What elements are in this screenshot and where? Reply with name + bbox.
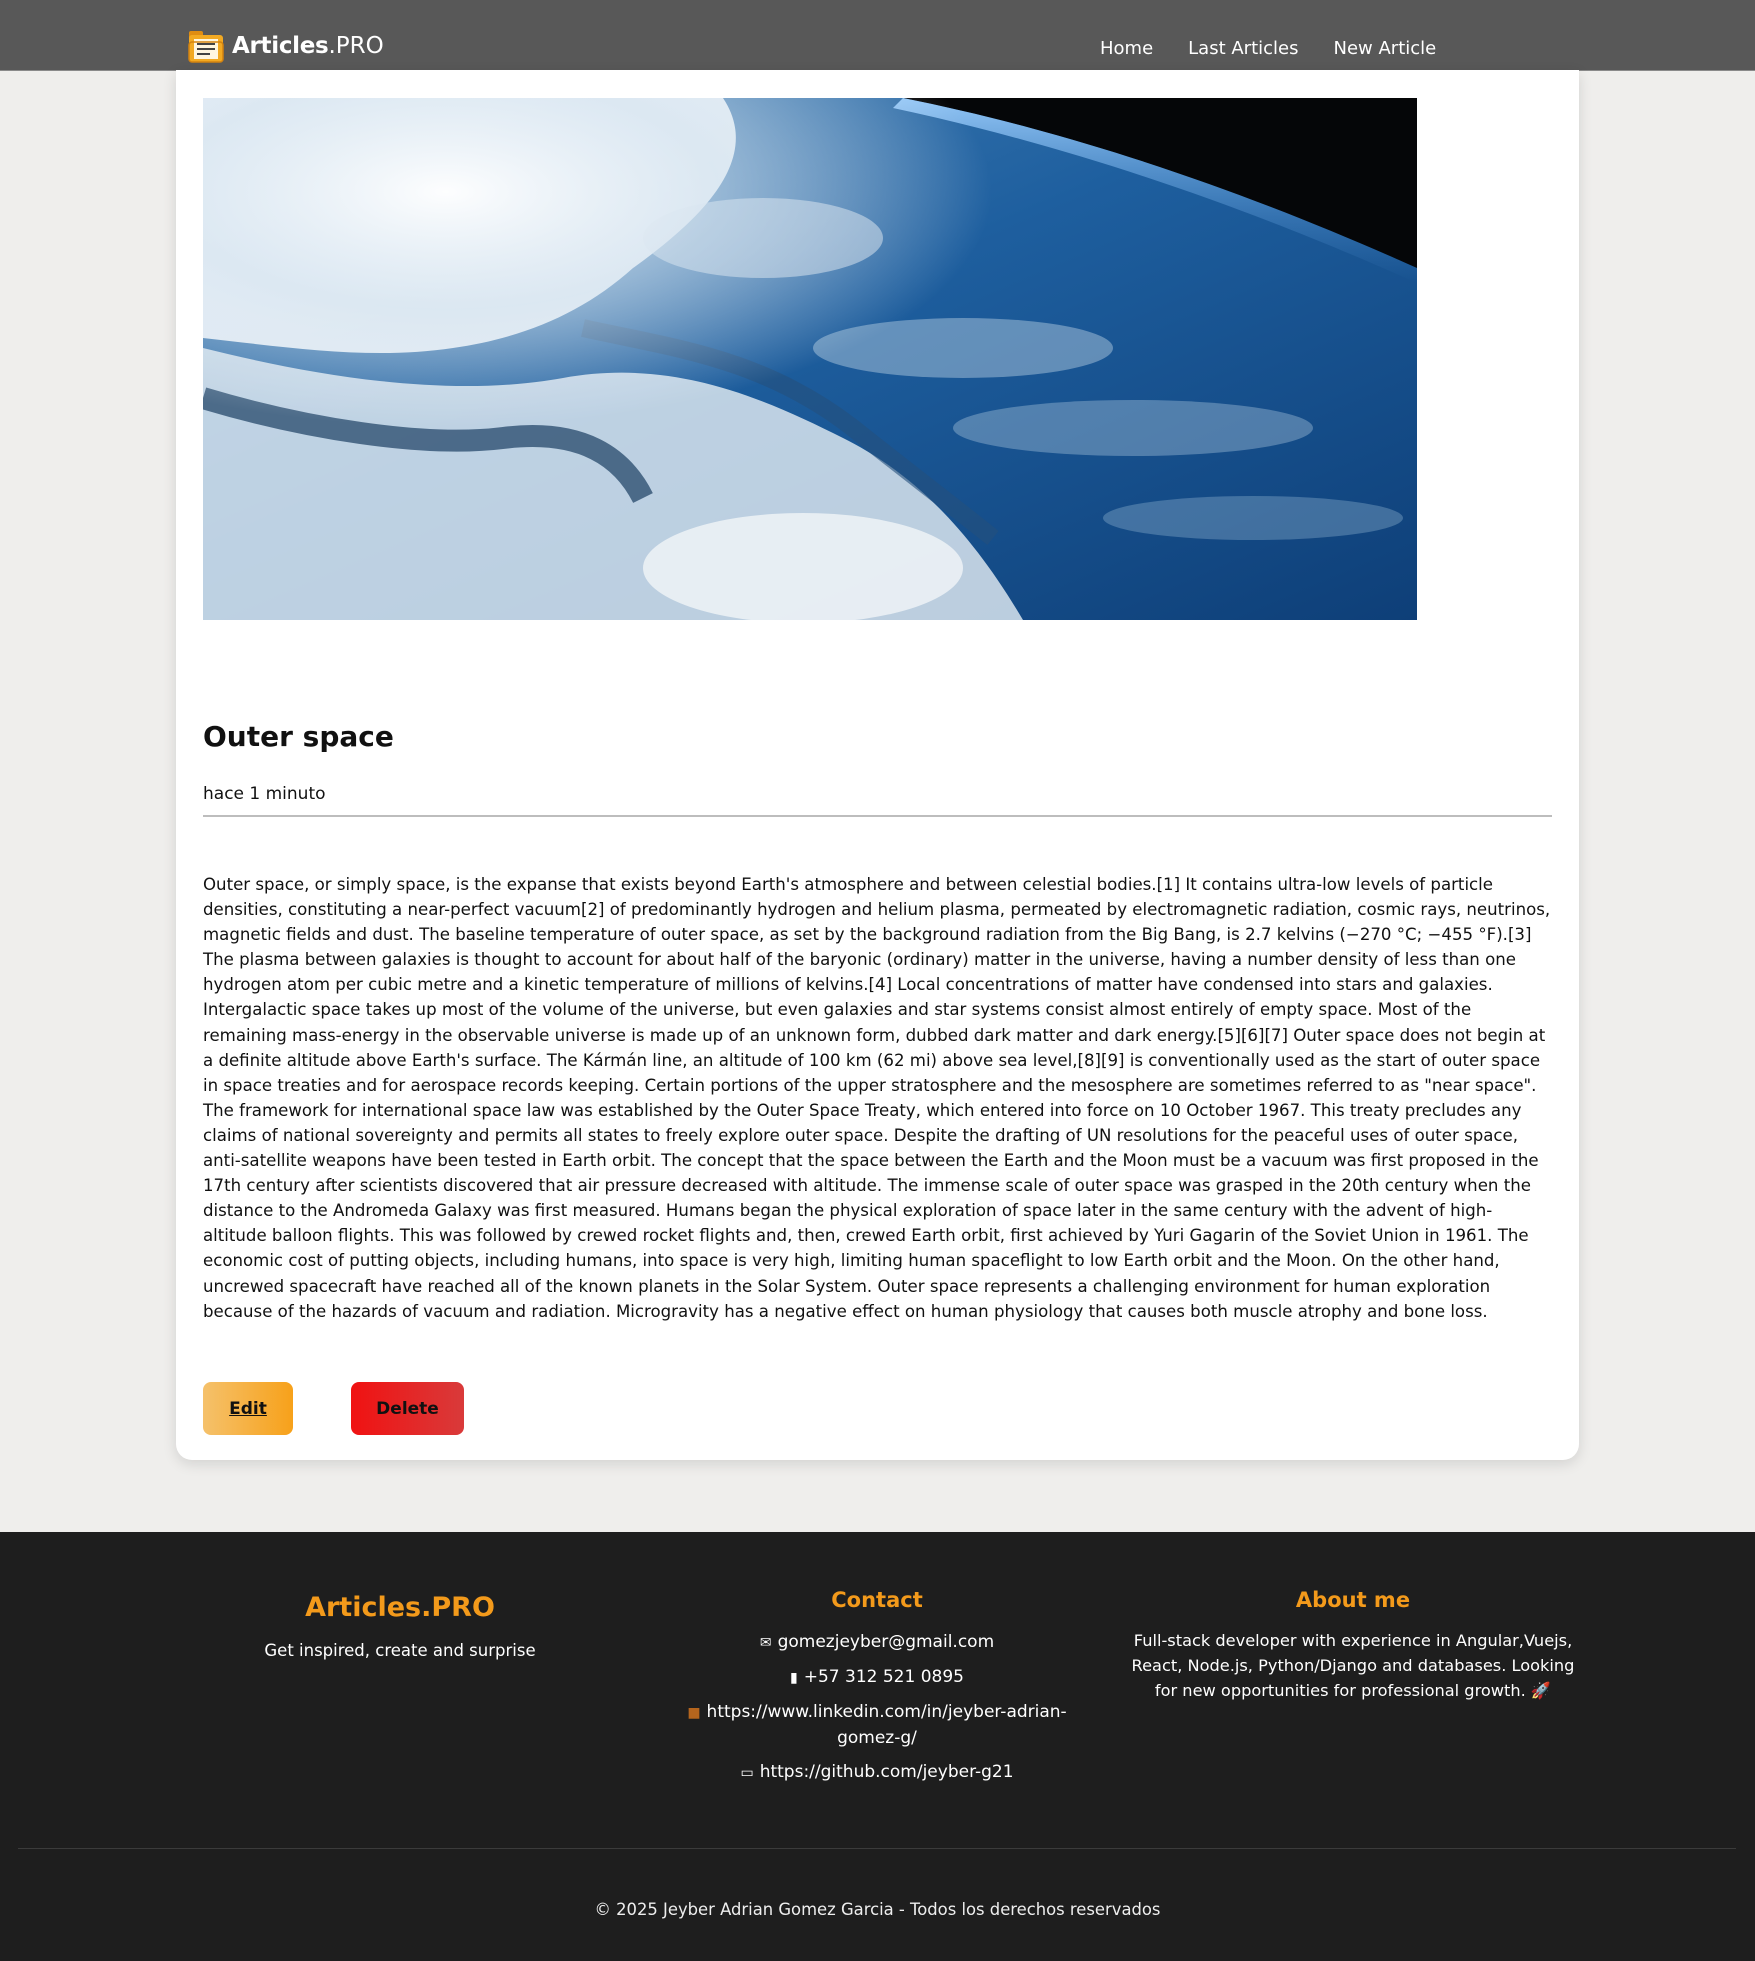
delete-button[interactable]: Delete: [351, 1382, 464, 1435]
contact-phone: ▮ +57 312 521 0895: [656, 1665, 1098, 1691]
contact-heading: Contact: [831, 1588, 923, 1612]
article-card: Outer space hace 1 minuto Outer space, o…: [176, 70, 1579, 1460]
brand-suffix: .PRO: [328, 33, 384, 59]
brand-logo[interactable]: Articles .PRO: [188, 26, 384, 66]
footer-contact-column: Contact ✉ gomezjeyber@gmail.com ▮ +57 312 …: [656, 1588, 1098, 1795]
footer-brand-column: Articles.PRO Get inspired, create and su…: [250, 1592, 550, 1660]
mobile-phone-icon: ▮: [790, 1670, 798, 1686]
title-divider: [203, 815, 1552, 817]
site-footer: Articles.PRO Get inspired, create and su…: [0, 1532, 1755, 1961]
brand-name: Articles: [232, 33, 329, 59]
envelope-icon: ✉: [759, 1635, 772, 1651]
article-image: [203, 98, 1417, 620]
edit-button[interactable]: Edit: [203, 1382, 293, 1435]
folder-document-icon: [188, 31, 224, 63]
main-nav: Home Last Articles New Article: [1100, 38, 1471, 59]
contact-email: ✉ gomezjeyber@gmail.com: [656, 1630, 1098, 1656]
about-heading: About me: [1295, 1588, 1411, 1612]
nav-last-articles-link[interactable]: Last Articles: [1188, 38, 1298, 59]
laptop-icon: ▭: [740, 1765, 754, 1781]
contact-linkedin: ■ https://www.linkedin.com/in/jeyber-adri…: [656, 1700, 1098, 1751]
article-timestamp: hace 1 minuto: [203, 784, 326, 804]
nav-new-article-link[interactable]: New Article: [1334, 38, 1437, 59]
footer-divider: [18, 1848, 1736, 1849]
contact-github: ▭ https://github.com/jeyber-g21: [656, 1760, 1098, 1786]
earth-from-space-image: [203, 98, 1417, 620]
article-title: Outer space: [203, 720, 394, 753]
top-navbar: Articles .PRO Home Last Articles New Arti…: [0, 0, 1755, 71]
footer-brand: Articles.PRO: [305, 1592, 495, 1623]
article-body: Outer space, or simply space, is the exp…: [203, 875, 1551, 1321]
contact-email-text[interactable]: gomezjeyber@gmail.com: [778, 1632, 995, 1652]
copyright-text: © 2025 Jeyber Adrian Gomez Garcia - Todo…: [594, 1900, 1161, 1919]
contact-linkedin-link[interactable]: https://www.linkedin.com/in/jeyber-adria…: [707, 1702, 1067, 1748]
footer-about-column: About me Full-stack developer with exper…: [1128, 1588, 1578, 1703]
briefcase-icon: ■: [687, 1705, 701, 1721]
contact-phone-text[interactable]: +57 312 521 0895: [804, 1667, 964, 1687]
about-text: Full-stack developer with experience in …: [1131, 1631, 1575, 1700]
contact-list: ✉ gomezjeyber@gmail.com ▮ +57 312 521 0895…: [656, 1630, 1098, 1786]
nav-home-link[interactable]: Home: [1100, 38, 1153, 59]
footer-tagline: Get inspired, create and surprise: [264, 1641, 536, 1660]
contact-github-link[interactable]: https://github.com/jeyber-g21: [760, 1762, 1014, 1782]
